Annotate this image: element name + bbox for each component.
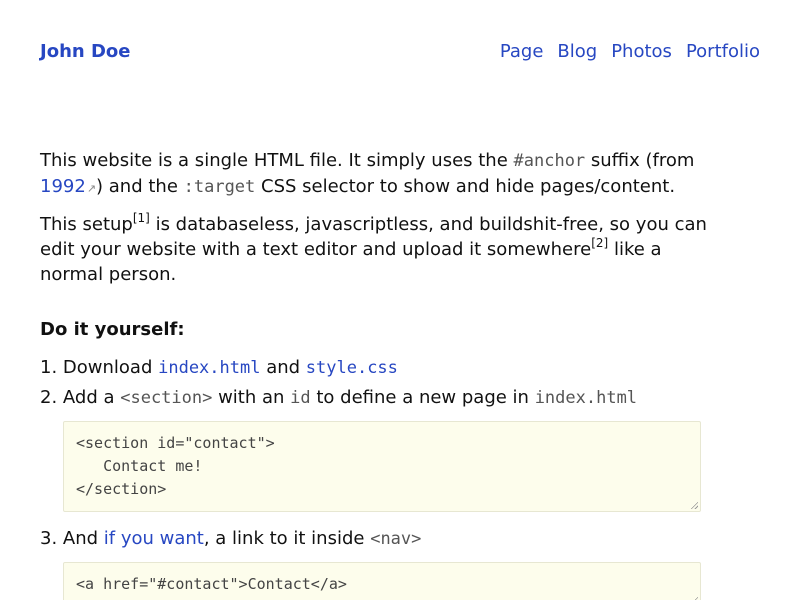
main-content: This website is a single HTML file. It s… [40,148,730,600]
section-heading: Do it yourself: [40,319,185,340]
brand-link[interactable]: John Doe [40,40,130,64]
footnote-link-1[interactable]: [1] [133,211,150,225]
nav-link-blog[interactable]: Blog [557,41,597,62]
code-text: <a href="#contact">Contact</a> [76,575,347,593]
step-number: 1. [40,357,63,378]
step-text: with an [212,387,291,408]
list-item-step-2: 2. Add a <section> with an id to define … [40,383,730,413]
inline-code-nav: <nav> [370,529,422,549]
step-number: 2. [40,387,63,408]
inline-code-anchor: #anchor [513,151,586,171]
nav-link-photos[interactable]: Photos [611,41,672,62]
step-text: Add a [62,387,121,408]
resize-grip-icon[interactable] [690,501,698,509]
inline-code-id: id [290,388,311,408]
list-item-step-1: 1. Download index.html and style.css [40,353,730,383]
intro-paragraph-1: This website is a single HTML file. It s… [40,148,730,201]
steps-list-continued: 3. And if you want, a link to it inside … [40,524,730,554]
inline-code-section: <section> [120,388,213,408]
download-style-link[interactable]: style.css [306,358,398,378]
step-text: and [260,357,306,378]
external-link-icon: ↗ [86,182,97,195]
link-1992[interactable]: 1992 [40,176,86,197]
inline-code-target: :target [183,177,256,197]
steps-list: 1. Download index.html and style.css 2. … [40,353,730,413]
site-header: John Doe Page Blog Photos Portfolio [40,40,760,64]
list-item-step-3: 3. And if you want, a link to it inside … [40,524,730,554]
download-index-link[interactable]: index.html [158,358,260,378]
intro-paragraph-2: This setup[1] is databaseless, javascrip… [40,212,730,287]
intro-text: suffix (from [585,150,695,171]
inline-code-index: index.html [534,388,638,408]
code-text: <section id="contact"> Contact me! </sec… [76,434,275,498]
intro-text: CSS selector to show and hide pages/cont… [255,176,676,197]
step-text: Download [62,357,159,378]
step-number: 3. [40,528,63,549]
intro-text: This website is a single HTML file. It s… [40,150,514,171]
intro-text: ) and the [96,176,184,197]
footnote-link-2[interactable]: [2] [591,236,608,250]
intro-text: This setup [40,214,133,235]
nav-link-portfolio[interactable]: Portfolio [686,41,760,62]
step-text: , a link to it inside [203,528,371,549]
code-block-section[interactable]: <section id="contact"> Contact me! </sec… [63,421,701,512]
resize-grip-icon[interactable] [690,596,698,600]
if-you-want-link[interactable]: if you want [104,528,204,549]
nav-link-page[interactable]: Page [500,41,544,62]
main-nav: Page Blog Photos Portfolio [486,40,760,64]
step-text: to define a new page in [310,387,535,408]
step-text: And [62,528,104,549]
code-block-nav-link[interactable]: <a href="#contact">Contact</a> [63,562,701,600]
